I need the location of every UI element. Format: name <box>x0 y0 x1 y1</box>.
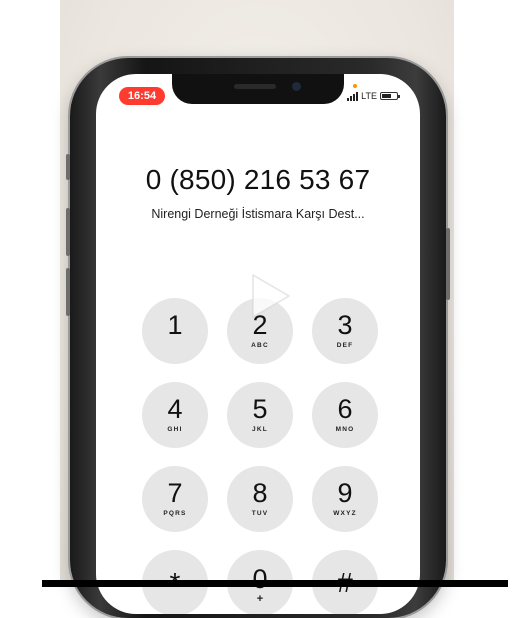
key-2[interactable]: 2 ABC <box>227 298 293 364</box>
key-digit: 6 <box>337 394 353 424</box>
status-time[interactable]: 16:54 <box>119 87 165 105</box>
key-5[interactable]: 5 JKL <box>227 382 293 448</box>
network-label: LTE <box>361 91 377 101</box>
battery-icon <box>380 92 400 100</box>
key-6[interactable]: 6 MNO <box>312 382 378 448</box>
key-letters: MNO <box>335 426 355 433</box>
key-7[interactable]: 7 PQRS <box>142 466 208 532</box>
key-letters: GHI <box>167 426 183 433</box>
key-digit: 2 <box>252 310 268 340</box>
power-button <box>446 228 450 300</box>
contact-name[interactable]: Nirengi Derneği İstismara Karşı Dest... <box>96 207 420 221</box>
key-digit: 1 <box>167 310 183 340</box>
dialed-number: 0 (850) 216 53 67 <box>145 164 371 195</box>
key-digit: 7 <box>167 478 183 508</box>
key-letters: ABC <box>251 342 269 349</box>
key-3[interactable]: 3 DEF <box>312 298 378 364</box>
silent-switch <box>66 154 70 180</box>
key-4[interactable]: 4 GHI <box>142 382 208 448</box>
signal-icon <box>347 91 359 101</box>
mic-indicator-icon <box>353 84 357 88</box>
status-indicators: LTE <box>347 89 400 103</box>
front-camera <box>292 82 301 91</box>
video-progress-bar <box>42 580 508 587</box>
key-letters: WXYZ <box>333 510 357 517</box>
key-letters: + <box>256 592 264 605</box>
notch <box>172 74 344 104</box>
phone-frame: 16:54 LTE 0 (850) 216 53 67 Nirengi Dern… <box>66 58 450 618</box>
phone-screen: 16:54 LTE 0 (850) 216 53 67 Nirengi Dern… <box>96 74 420 614</box>
key-digit: 3 <box>337 310 353 340</box>
speaker-grille <box>234 84 276 89</box>
volume-down-button <box>66 268 70 316</box>
key-letters: TUV <box>251 510 269 517</box>
key-digit: 5 <box>252 394 268 424</box>
key-8[interactable]: 8 TUV <box>227 466 293 532</box>
dial-keypad: 1 2 ABC 3 DEF 4 GHI 5 JKL 6 MNO 7 PQRS 8… <box>142 298 378 614</box>
key-letters: DEF <box>336 342 354 349</box>
key-digit: 0 <box>252 563 268 594</box>
key-digit: 8 <box>252 478 268 508</box>
key-9[interactable]: 9 WXYZ <box>312 466 378 532</box>
key-digit: 9 <box>337 478 353 508</box>
volume-up-button <box>66 208 70 256</box>
key-letters: PQRS <box>163 510 187 517</box>
key-digit: 4 <box>167 394 183 424</box>
key-1[interactable]: 1 <box>142 298 208 364</box>
key-letters: JKL <box>252 426 268 433</box>
